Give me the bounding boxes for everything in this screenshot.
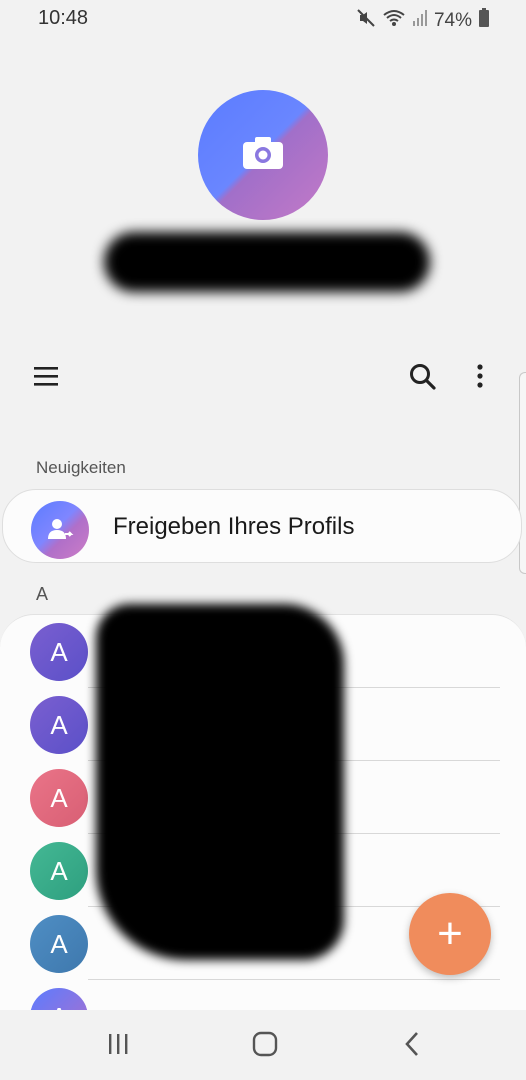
back-button[interactable] [392, 1028, 432, 1064]
search-icon [408, 362, 436, 395]
menu-button[interactable] [26, 358, 66, 398]
share-profile-label: Freigeben Ihres Profils [113, 513, 355, 540]
more-options-button[interactable] [460, 358, 500, 398]
back-icon [404, 1031, 420, 1062]
status-bar: 10:48 74% [0, 0, 526, 38]
add-contact-button[interactable]: + [409, 893, 491, 975]
contact-avatar: A [30, 769, 88, 827]
more-vert-icon [476, 363, 484, 394]
contact-avatar: A [30, 915, 88, 973]
plus-icon: + [437, 909, 463, 958]
battery-icon [478, 8, 490, 33]
search-button[interactable] [402, 358, 442, 398]
index-letter-header: A [36, 584, 49, 604]
home-icon [252, 1031, 278, 1062]
menu-icon [33, 365, 59, 392]
status-icons: 74% [356, 8, 490, 33]
signal-icon [412, 9, 428, 32]
profile-name-redacted [104, 232, 430, 292]
battery-percent: 74% [433, 9, 472, 31]
recents-icon [106, 1033, 130, 1060]
camera-icon [241, 135, 285, 176]
contact-avatar: A [30, 842, 88, 900]
contact-avatar: A [30, 623, 88, 681]
navigation-bar [0, 1010, 526, 1080]
news-section-header: Neuigkeiten [36, 458, 126, 477]
home-button[interactable] [245, 1028, 285, 1064]
person-share-icon [31, 501, 89, 559]
profile-avatar[interactable] [198, 90, 328, 220]
recents-button[interactable] [98, 1028, 138, 1064]
wifi-icon [382, 8, 406, 33]
clock-time: 10:48 [38, 7, 89, 29]
scrollbar-handle[interactable] [519, 372, 526, 574]
share-profile-item[interactable]: Freigeben Ihres Profils [2, 489, 522, 563]
contacts-names-redacted [96, 604, 344, 960]
mute-icon [356, 8, 376, 33]
toolbar [0, 352, 526, 402]
contact-avatar: A [30, 696, 88, 754]
